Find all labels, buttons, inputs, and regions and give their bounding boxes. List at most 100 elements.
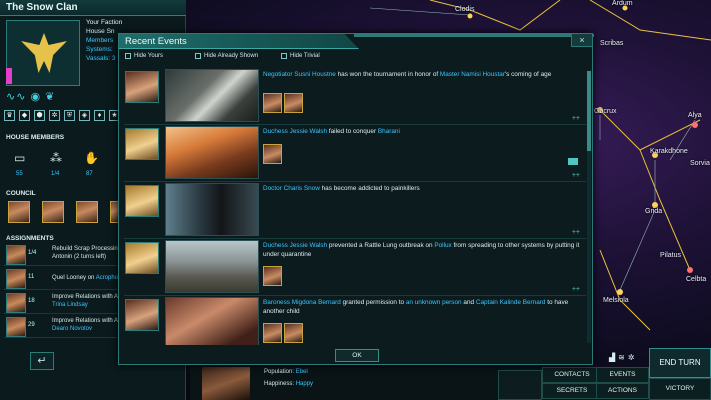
resource-indicators[interactable] [498,370,542,400]
hex-icon[interactable]: ⬢ [34,110,45,121]
system-label[interactable]: Sorvia [690,160,710,167]
expand-icon[interactable]: ++ [572,115,580,122]
victory-button[interactable]: VICTORY [649,378,711,400]
system-label[interactable]: Celbta [686,276,706,283]
shield-icon[interactable]: ⛨ [64,110,75,121]
event-link[interactable]: Doctor Charis Snow [263,185,320,192]
avatar[interactable] [125,299,159,331]
system-label[interactable]: Pilatus [660,252,681,259]
assignment-detail[interactable]: Dearo Novotov [52,325,118,333]
event-row[interactable]: Doctor Charis Snow has become addicted t… [124,183,586,239]
filter-hide-yours[interactable]: Hide Yours [125,53,163,59]
faction-summary: Your Faction House Sn Members Systems: V… [86,18,122,63]
gear-icon[interactable]: ✲ [628,353,635,362]
event-link[interactable]: Bharani [378,128,400,135]
council-portrait[interactable] [42,201,64,223]
house-color-marker [6,68,12,84]
event-link[interactable]: Pollux [434,242,451,249]
end-turn-button[interactable]: END TURN [649,348,711,378]
faction-line[interactable]: Members [86,36,122,45]
event-text: Baroness Migdona Bernard granted permiss… [263,298,581,316]
event-link[interactable]: Negotiator Susni Houstne [263,71,336,78]
event-link[interactable]: Duchess Jessie Walsh [263,242,327,249]
event-link[interactable]: Baroness Migdona Bernard [263,299,341,306]
avatar[interactable] [284,93,303,113]
council-portrait[interactable] [8,201,30,223]
events-button[interactable]: EVENTS [596,367,649,383]
folder-icon[interactable]: ▭ [14,151,25,165]
event-row[interactable]: Duchess Jessie Walsh prevented a Rattle … [124,240,586,296]
return-button[interactable]: ↵ [30,352,54,370]
event-text: Duchess Jessie Walsh failed to conquer B… [263,127,581,136]
wing-icon[interactable]: ❦ [45,91,55,103]
expand-icon[interactable]: ++ [572,286,580,293]
council-portrait[interactable] [76,201,98,223]
events-scrollbar[interactable] [587,71,591,343]
filter-label: Hide Yours [134,53,164,59]
signal-icon[interactable]: ≋ [618,353,625,362]
event-row[interactable]: Baroness Migdona Bernard granted permiss… [124,297,586,345]
event-link[interactable]: Captain Kalinde Bernard [476,299,546,306]
system-label[interactable]: Scribas [600,40,623,47]
filter-label: Hide Trivial [290,53,320,59]
avatar[interactable] [284,323,303,343]
dialog-title-bar: Recent Events [119,34,359,49]
filter-hide-already-shown[interactable]: Hide Already Shown [195,53,258,59]
handshake-icon[interactable]: ✋ [84,151,99,165]
avatar[interactable] [263,144,282,164]
system-label[interactable]: Karakdhone [650,148,688,155]
members-icon[interactable]: ⁂ [50,151,62,165]
recent-events-dialog: Recent Events × Hide Yours Hide Already … [118,33,594,365]
event-image [165,297,259,345]
expand-icon[interactable]: ++ [572,172,580,179]
system-label[interactable]: Gacrux [594,108,617,115]
chat-icon[interactable] [568,158,578,165]
house-emblems[interactable]: ∿∿ ◉ ❦ [6,90,55,103]
assignment-task: Rebuild Scrap Processing [52,246,122,252]
actions-button[interactable]: ACTIONS [596,383,649,399]
filter-hide-trivial[interactable]: Hide Trivial [281,53,320,59]
assignment-count: 1/4 [28,250,37,256]
assignment-detail[interactable]: Trina Lindsay [52,301,118,309]
system-label[interactable]: Melsiola [603,297,629,304]
event-row[interactable]: Duchess Jessie Walsh failed to conquer B… [124,126,586,182]
ok-button[interactable]: OK [335,349,379,362]
gem-icon[interactable]: ♦ [94,110,105,121]
gear-icon[interactable]: ✲ [49,110,60,121]
event-text: Negotiator Susni Houstne has won the tou… [263,70,581,79]
avatar[interactable] [125,185,159,217]
avatar[interactable] [263,93,282,113]
system-label[interactable]: Ardum [612,0,633,7]
clan-crest[interactable] [6,20,80,86]
chart-icon[interactable]: ▟ [609,353,615,362]
crown-icon[interactable]: ♛ [4,110,15,121]
avatar[interactable] [125,242,159,274]
checkbox[interactable] [195,53,201,59]
avatar[interactable] [263,323,282,343]
event-link[interactable]: Duchess Jessie Walsh [263,128,327,135]
diamond-icon[interactable]: ◆ [19,110,30,121]
avatar[interactable] [125,128,159,160]
event-row[interactable]: Negotiator Susni Houstne has won the tou… [124,69,586,125]
close-button[interactable]: × [571,33,593,47]
planet-governor-avatar[interactable] [202,367,250,400]
clan-title-bar[interactable]: The Snow Clan [0,0,186,16]
drop-icon[interactable]: ◈ [79,110,90,121]
system-label[interactable]: Clodis [455,6,474,13]
avatar[interactable] [263,266,282,286]
event-text-fragment: failed to conquer [327,128,378,135]
checkbox[interactable] [281,53,287,59]
event-link[interactable]: an unknown person [406,299,462,306]
dna-icon[interactable]: ∿∿ [6,91,26,103]
system-label[interactable]: Alya [688,112,702,119]
assignment-task: Quel Looney on [52,275,95,281]
event-link[interactable]: Master Namisi Houstar [440,71,505,78]
checkbox[interactable] [125,53,131,59]
contacts-button[interactable]: CONTACTS [542,367,602,383]
secrets-button[interactable]: SECRETS [542,383,602,399]
avatar[interactable] [125,71,159,103]
system-label[interactable]: Grida [645,208,662,215]
orb-icon[interactable]: ◉ [31,91,42,103]
scrollbar-thumb[interactable] [587,71,591,151]
expand-icon[interactable]: ++ [572,229,580,236]
